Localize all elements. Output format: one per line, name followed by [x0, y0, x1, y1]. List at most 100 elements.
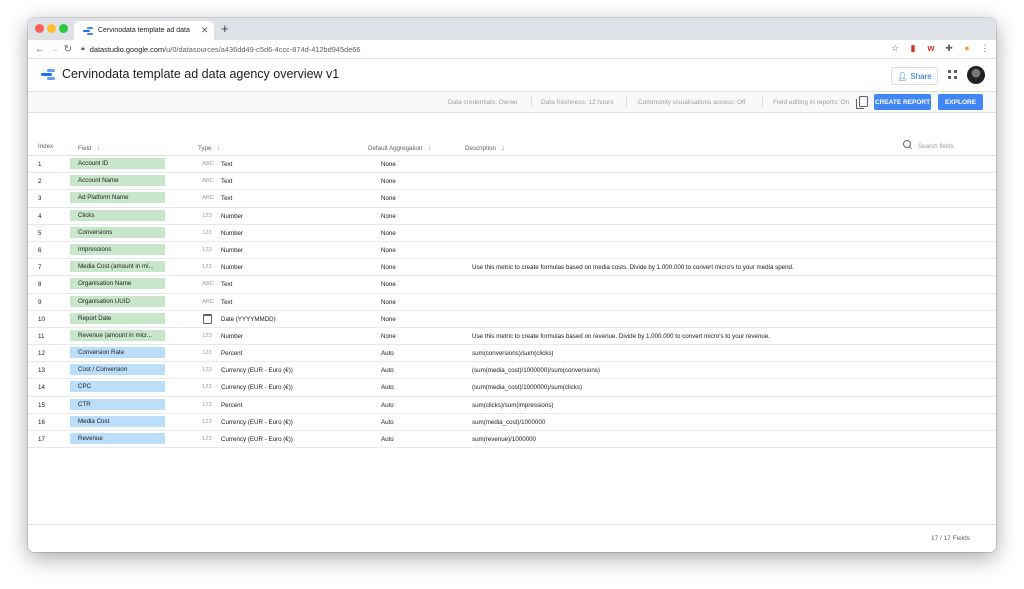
table-row[interactable]: 7 Media Cost (amount in mi... 123 Number Non…	[28, 259, 996, 277]
default-aggregation[interactable]: None	[381, 213, 396, 220]
field-name-chip[interactable]: Conversions	[70, 226, 165, 238]
default-aggregation[interactable]: Auto	[381, 367, 394, 374]
field-description[interactable]: (sum(media_cost)/1000000)/sum(conversion…	[472, 367, 600, 374]
field-name-chip[interactable]: Revenue	[70, 433, 165, 444]
table-row[interactable]: 15 CTR 123 Percent Auto sum(clicks)/sum(impre…	[28, 397, 996, 414]
field-type[interactable]: Text	[221, 299, 232, 306]
default-aggregation[interactable]: None	[381, 247, 396, 254]
field-name-chip[interactable]: CPC	[70, 381, 165, 393]
community-visualisations-setting[interactable]: Community visualisations access: Off	[638, 99, 746, 106]
default-aggregation[interactable]: Auto	[381, 436, 394, 443]
table-row[interactable]: 13 Cost / Conversion 123 Currency (EUR - Eu…	[28, 362, 996, 380]
field-type[interactable]: Number	[221, 333, 243, 340]
explore-button[interactable]: EXPLORE	[938, 94, 983, 110]
header-description[interactable]: Description ↓	[465, 143, 505, 152]
default-aggregation[interactable]: None	[381, 264, 396, 271]
share-button[interactable]: 👤︎ Share	[891, 67, 938, 85]
default-aggregation[interactable]: Auto	[381, 402, 394, 409]
field-name-chip[interactable]: Cost / Conversion	[70, 364, 165, 376]
field-name-chip[interactable]: Clicks	[70, 209, 165, 221]
field-type[interactable]: Text	[221, 178, 232, 185]
field-type[interactable]: Number	[221, 247, 243, 254]
table-row[interactable]: 12 Conversion Rate 123 Percent Auto sum(conve…	[28, 345, 996, 363]
field-type[interactable]: Currency (EUR - Euro (€))	[221, 384, 293, 391]
search-fields-input[interactable]: Search fields	[901, 140, 991, 152]
data-credentials-setting[interactable]: Data credentials: Owner	[448, 99, 518, 106]
field-description[interactable]: sum(conversions)/sum(clicks)	[472, 350, 553, 357]
field-editing-setting[interactable]: Field editing in reports: On	[773, 99, 849, 106]
field-type[interactable]: Text	[221, 281, 232, 288]
table-row[interactable]: 1 Account ID ABC Text None	[28, 156, 996, 174]
field-name-chip[interactable]: Impressions	[70, 243, 165, 255]
field-type[interactable]: Number	[221, 213, 243, 220]
default-aggregation[interactable]: None	[381, 333, 396, 340]
field-name-chip[interactable]: Organisation Name	[70, 278, 165, 290]
new-tab-icon[interactable]: +	[221, 21, 229, 36]
field-description[interactable]: sum(media_cost)/1000000	[472, 419, 545, 426]
browser-tab[interactable]: Cervinodata template ad data ✕	[74, 21, 214, 40]
table-row[interactable]: 16 Media Cost 123 Currency (EUR - Euro (€))…	[28, 414, 996, 431]
default-aggregation[interactable]: Auto	[381, 419, 394, 426]
table-row[interactable]: 6 Impressions 123 Number None	[28, 242, 996, 260]
reload-icon[interactable]: ↻	[61, 44, 75, 55]
header-aggregation[interactable]: Default Aggregation ↓	[368, 143, 431, 152]
field-name-chip[interactable]: Ad Platform Name	[70, 192, 165, 204]
default-aggregation[interactable]: None	[381, 195, 396, 202]
default-aggregation[interactable]: None	[381, 316, 396, 323]
header-type[interactable]: Type ↓	[198, 143, 220, 152]
browser-menu-icon[interactable]: ⋮	[980, 43, 990, 54]
default-aggregation[interactable]: None	[381, 281, 396, 288]
field-type[interactable]: Number	[221, 264, 243, 271]
field-type[interactable]: Currency (EUR - Euro (€))	[221, 367, 293, 374]
extension-red-icon[interactable]: ▮	[908, 43, 918, 54]
default-aggregation[interactable]: Auto	[381, 350, 394, 357]
forward-icon[interactable]: →	[47, 44, 61, 55]
field-description[interactable]: Use this metric to create formulas based…	[472, 264, 794, 271]
field-name-chip[interactable]: Media Cost (amount in mi...	[70, 261, 165, 273]
table-row[interactable]: 14 CPC 123 Currency (EUR - Euro (€)) Auto (su…	[28, 379, 996, 397]
field-name-chip[interactable]: Report Date	[70, 312, 165, 324]
field-name-chip[interactable]: Media Cost	[70, 415, 165, 427]
default-aggregation[interactable]: Auto	[381, 384, 394, 391]
back-icon[interactable]: ←	[33, 44, 47, 55]
field-type[interactable]: Percent	[221, 350, 242, 357]
field-description[interactable]: Use this metric to create formulas based…	[472, 333, 770, 340]
data-freshness-setting[interactable]: Data freshness: 12 hours	[541, 99, 614, 106]
field-description[interactable]: (sum(media_cost)/1000000)/sum(clicks)	[472, 384, 582, 391]
address-bar[interactable]: 🔒︎ datastudio.google.com/u/0/datasources…	[81, 45, 361, 54]
avatar[interactable]	[967, 66, 985, 84]
default-aggregation[interactable]: None	[381, 230, 396, 237]
field-type[interactable]: Number	[221, 230, 243, 237]
table-row[interactable]: 10 Report Date Date (YYYYMMDD) None	[28, 311, 996, 328]
create-report-button[interactable]: CREATE REPORT	[874, 94, 931, 110]
field-name-chip[interactable]: CTR	[70, 398, 165, 410]
maximize-window-button[interactable]	[59, 24, 68, 33]
field-type[interactable]: Currency (EUR - Euro (€))	[221, 436, 293, 443]
field-description[interactable]: sum(clicks)/sum(impressions)	[472, 402, 553, 409]
default-aggregation[interactable]: None	[381, 161, 396, 168]
table-row[interactable]: 11 Revenue (amount in micr... 123 Number Non…	[28, 328, 996, 346]
table-row[interactable]: 3 Ad Platform Name ABC Text None	[28, 190, 996, 208]
field-type[interactable]: Currency (EUR - Euro (€))	[221, 419, 293, 426]
default-aggregation[interactable]: None	[381, 178, 396, 185]
extensions-puzzle-icon[interactable]: ✚	[944, 43, 954, 54]
field-name-chip[interactable]: Revenue (amount in micr...	[70, 329, 165, 341]
field-name-chip[interactable]: Conversion Rate	[70, 347, 165, 359]
table-row[interactable]: 17 Revenue 123 Currency (EUR - Euro (€)) Aut…	[28, 431, 996, 449]
close-window-button[interactable]	[35, 24, 44, 33]
minimize-window-button[interactable]	[47, 24, 56, 33]
field-type[interactable]: Text	[221, 195, 232, 202]
field-description[interactable]: sum(revenue)/1000000	[472, 436, 536, 443]
field-type[interactable]: Percent	[221, 402, 242, 409]
tab-close-icon[interactable]: ✕	[201, 25, 209, 36]
table-row[interactable]: 5 Conversions 123 Number None	[28, 225, 996, 242]
field-name-chip[interactable]: Account ID	[70, 158, 165, 169]
field-type[interactable]: Date (YYYYMMDD)	[221, 316, 276, 323]
extension-w-icon[interactable]: w	[926, 43, 936, 54]
profile-small-icon[interactable]: ●	[962, 43, 972, 54]
table-row[interactable]: 8 Organisation Name ABC Text None	[28, 276, 996, 294]
default-aggregation[interactable]: None	[381, 299, 396, 306]
field-type[interactable]: Text	[221, 161, 232, 168]
header-field[interactable]: Field ↓	[78, 143, 100, 152]
field-name-chip[interactable]: Account Name	[70, 175, 165, 187]
